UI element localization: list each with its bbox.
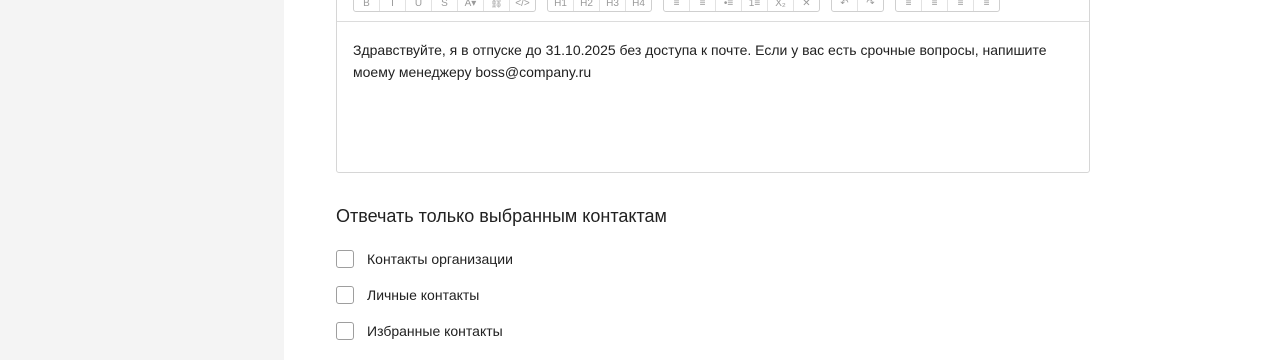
heading-4-icon[interactable]: H4 — [626, 0, 651, 11]
heading-3-icon[interactable]: H3 — [600, 0, 626, 11]
checkbox-label: Личные контакты — [367, 287, 480, 303]
editor-content[interactable]: Здравствуйте, я в отпуске до 31.10.2025 … — [353, 39, 1063, 83]
checkbox[interactable] — [336, 322, 354, 340]
reply-only-selected-title: Отвечать только выбранным контактам — [336, 206, 667, 226]
toolbar-group-headings: H1 H2 H3 H4 — [547, 0, 652, 12]
bullet-list-icon[interactable]: •≡ — [716, 0, 742, 11]
heading-1-icon[interactable]: H1 — [548, 0, 574, 11]
paragraph-icon[interactable]: ≡ — [664, 0, 690, 11]
heading-2-icon[interactable]: H2 — [574, 0, 600, 11]
bold-icon[interactable]: B — [354, 0, 380, 11]
align-icon[interactable]: ≡ — [690, 0, 716, 11]
option-organization-contacts[interactable]: Контакты организации — [336, 249, 513, 269]
align-center-icon[interactable]: ≡ — [922, 0, 948, 11]
editor-text-line: моему менеджеру boss@company.ru — [353, 64, 592, 80]
align-right-icon[interactable]: ≡ — [948, 0, 974, 11]
undo-icon[interactable]: ↶ — [832, 0, 858, 11]
italic-icon[interactable]: I — [380, 0, 406, 11]
option-favorite-contacts[interactable]: Избранные контакты — [336, 321, 503, 341]
option-personal-contacts[interactable]: Личные контакты — [336, 285, 479, 305]
redo-icon[interactable]: ↷ — [858, 0, 883, 11]
align-justify-icon[interactable]: ≡ — [974, 0, 999, 11]
numbered-list-icon[interactable]: 1≡ — [742, 0, 768, 11]
clear-format-icon[interactable]: ✕ — [794, 0, 819, 11]
strikethrough-icon[interactable]: S — [432, 0, 458, 11]
rich-text-editor[interactable]: B I U S A▾ ⛓ </> H1 H2 H3 H4 ≡ ≡ •≡ 1≡ X₂ ✕ ↶ ↷ ≡ ≡ ≡ ≡ Зд… — [336, 0, 1090, 173]
toolbar-group-history: ↶ ↷ — [831, 0, 884, 12]
editor-text-line: Здравствуйте, я в отпуске до 31.10.2025 … — [353, 42, 1047, 58]
underline-icon[interactable]: U — [406, 0, 432, 11]
left-pane — [0, 0, 284, 360]
checkbox-label: Контакты организации — [367, 251, 513, 267]
text-color-icon[interactable]: A▾ — [458, 0, 484, 11]
align-left-icon[interactable]: ≡ — [896, 0, 922, 11]
toolbar-group-text-format: B I U S A▾ ⛓ </> — [353, 0, 536, 12]
code-icon[interactable]: </> — [510, 0, 535, 11]
checkbox-label: Избранные контакты — [367, 323, 503, 339]
subscript-icon[interactable]: X₂ — [768, 0, 794, 11]
checkbox[interactable] — [336, 250, 354, 268]
editor-toolbar: B I U S A▾ ⛓ </> H1 H2 H3 H4 ≡ ≡ •≡ 1≡ X₂ ✕ ↶ ↷ ≡ ≡ ≡ ≡ — [337, 0, 1089, 22]
link-icon[interactable]: ⛓ — [484, 0, 510, 11]
toolbar-group-alignment: ≡ ≡ ≡ ≡ — [895, 0, 1000, 12]
checkbox[interactable] — [336, 286, 354, 304]
toolbar-group-lists: ≡ ≡ •≡ 1≡ X₂ ✕ — [663, 0, 820, 12]
